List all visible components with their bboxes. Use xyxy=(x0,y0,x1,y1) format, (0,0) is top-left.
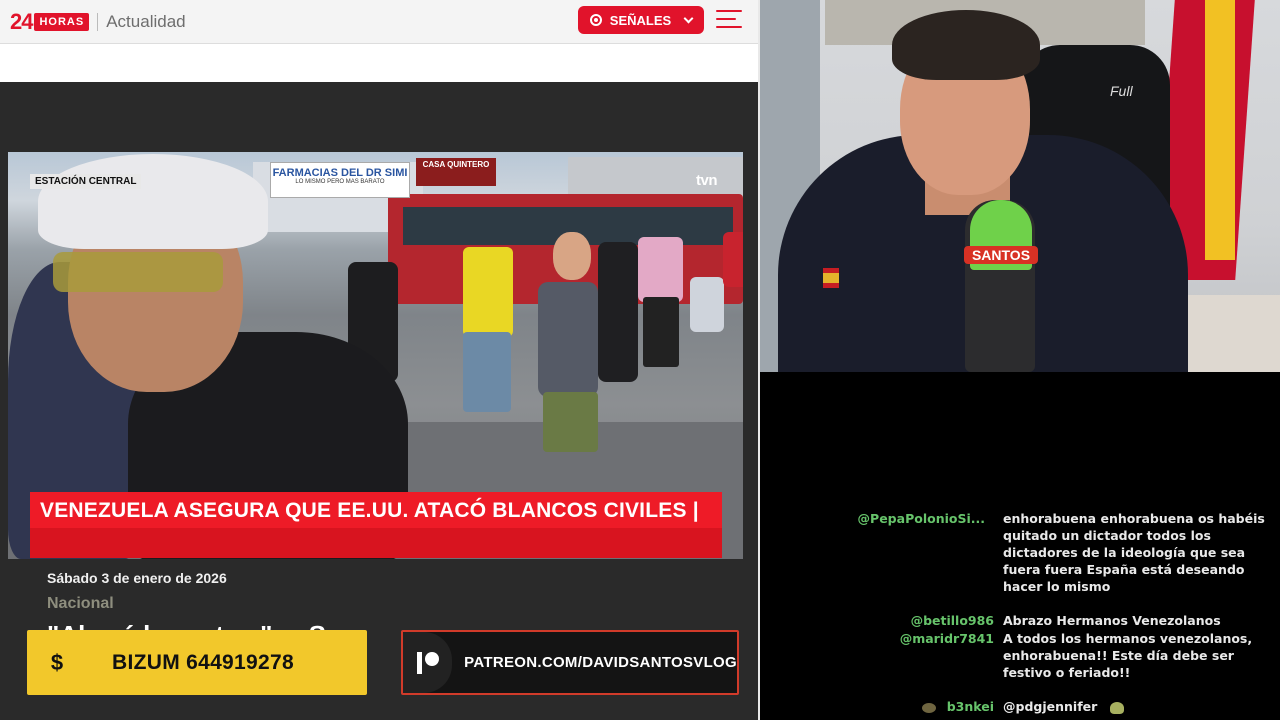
patreon-text: PATREON.COM/DAVIDSANTOSVLOG xyxy=(464,654,737,671)
article-date: Sábado 3 de enero de 2026 xyxy=(47,570,227,586)
chevron-down-icon xyxy=(683,13,694,23)
crowd-person xyxy=(723,232,743,287)
article-category[interactable]: Nacional xyxy=(47,595,114,613)
shop-sign: CASA QUINTERO xyxy=(416,158,496,186)
microphone-brand: SANTOS xyxy=(964,246,1038,264)
logo-word: HORAS xyxy=(34,13,90,31)
site-header: 24 HORAS Actualidad SEÑALES xyxy=(0,0,758,44)
patreon-overlay: PATREON.COM/DAVIDSANTOSVLOG xyxy=(401,630,739,695)
dollar-icon: $ xyxy=(50,649,64,675)
chat-message: @PepaPolonioSi... enhorabuena enhorabuen… xyxy=(760,510,1280,600)
crowd-person xyxy=(538,282,598,397)
flag-patch-icon xyxy=(823,268,839,288)
emote-icon xyxy=(922,702,937,713)
lower-third: VENEZUELA ASEGURA QUE EE.UU. ATACÓ BLANC… xyxy=(30,492,722,558)
chat-message: @maridr7841 A todos los hermanos venezol… xyxy=(760,630,1280,698)
patreon-icon xyxy=(403,632,453,693)
logo-number: 24 xyxy=(10,9,34,34)
chat-text: @pdgjennifer xyxy=(1003,699,1098,714)
chat-text: A todos los hermanos venezolanos, enhora… xyxy=(1003,631,1253,680)
crowd-person xyxy=(543,392,598,452)
chat-username[interactable]: @PepaPolonioSi... xyxy=(858,510,985,527)
signals-label: SEÑALES xyxy=(609,12,672,28)
streamer-hair xyxy=(892,10,1040,80)
location-tag: ESTACIÓN CENTRAL xyxy=(30,174,142,189)
chat-text: Abrazo Hermanos Venezolanos xyxy=(1003,613,1221,628)
chat-username-row: b3nkei xyxy=(922,698,994,715)
chat-username[interactable]: b3nkei xyxy=(947,699,994,714)
news-browser-panel: 24 HORAS Actualidad SEÑALES FARMACIAS DE… xyxy=(0,0,758,720)
ad-strip xyxy=(0,44,758,82)
section-label[interactable]: Actualidad xyxy=(106,12,185,32)
crowd-person xyxy=(463,247,513,337)
spain-flag-stripe xyxy=(1205,0,1235,260)
menu-icon[interactable] xyxy=(716,10,742,30)
signals-button[interactable]: SEÑALES xyxy=(578,6,704,34)
video-headline: VENEZUELA ASEGURA QUE EE.UU. ATACÓ BLANC… xyxy=(40,499,699,522)
sunglasses xyxy=(53,252,223,292)
crowd-person xyxy=(690,277,724,332)
site-logo[interactable]: 24 HORAS Actualidad xyxy=(10,9,186,35)
crowd-person xyxy=(553,232,591,280)
chat-message: @betillo986 Abrazo Hermanos Venezolanos xyxy=(760,612,1280,629)
crowd-person xyxy=(638,237,683,302)
crowd-person xyxy=(643,297,679,367)
webcam-feed: Full SANTOS xyxy=(760,0,1280,372)
chat-text: enhorabuena enhorabuena os habéis quitad… xyxy=(1003,511,1265,594)
logo-separator xyxy=(97,13,99,31)
helmet xyxy=(38,154,268,249)
news-video-player[interactable]: FARMACIAS DEL DR SIMI LO MISMO PERO MAS … xyxy=(8,152,743,559)
chat-text-row: @pdgjennifer xyxy=(1003,698,1265,715)
live-signal-icon xyxy=(589,14,602,26)
live-chat: @PepaPolonioSi... enhorabuena enhorabuen… xyxy=(760,372,1280,720)
crowd-person xyxy=(598,242,638,382)
pharmacy-sign-text: FARMACIAS DEL DR SIMI xyxy=(272,167,408,179)
pharmacy-sign-subtext: LO MISMO PERO MAS BARATO xyxy=(295,179,385,185)
emote-icon xyxy=(1109,701,1124,714)
chat-message: b3nkei @pdgjennifer xyxy=(760,698,1280,715)
chat-username[interactable]: @maridr7841 xyxy=(900,630,994,647)
chair-brand: Full xyxy=(1110,83,1133,99)
crowd-person xyxy=(463,332,511,412)
bizum-overlay: $ BIZUM 644919278 xyxy=(27,630,367,695)
chat-username[interactable]: @betillo986 xyxy=(911,612,994,629)
bizum-text: BIZUM 644919278 xyxy=(112,650,294,674)
pharmacy-sign: FARMACIAS DEL DR SIMI LO MISMO PERO MAS … xyxy=(270,162,410,198)
stream-layout: 24 HORAS Actualidad SEÑALES FARMACIAS DE… xyxy=(0,0,1280,720)
channel-logo: tvn xyxy=(696,172,718,189)
